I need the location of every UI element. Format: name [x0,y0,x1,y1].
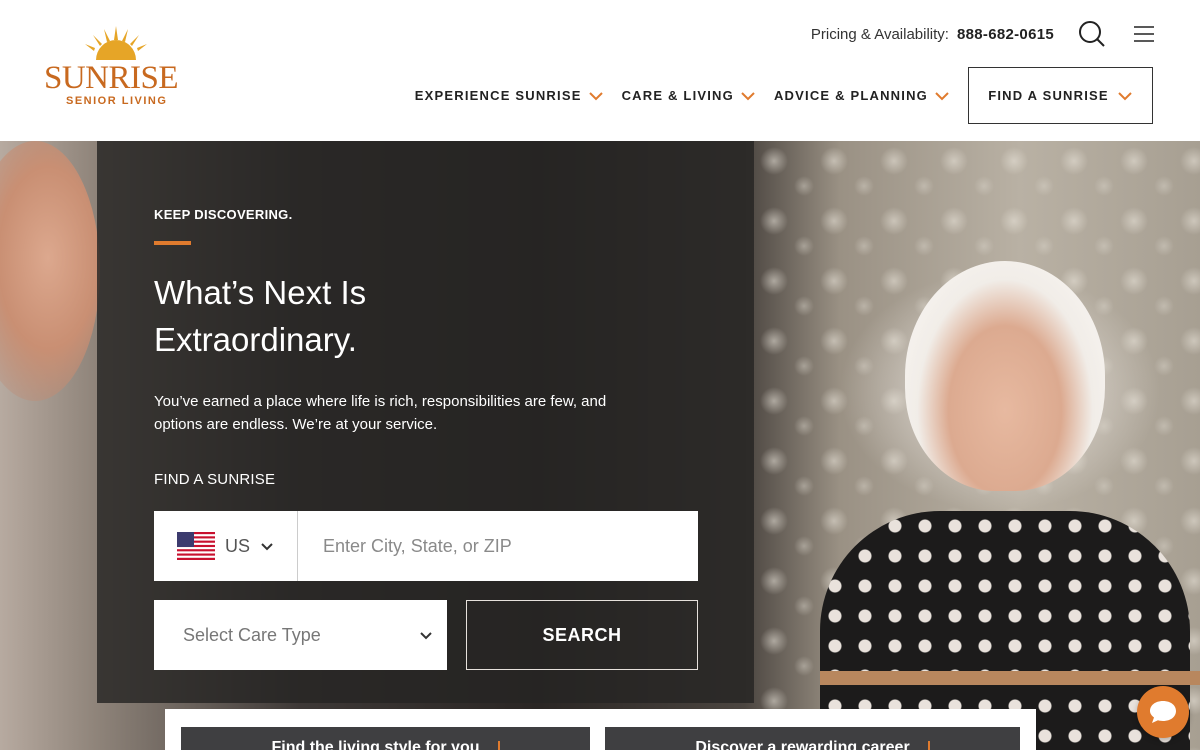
chevron-down-icon [588,91,603,100]
hero-photo-left-figure [0,141,100,401]
chevron-down-icon [935,91,949,100]
chevron-down-icon [261,542,273,550]
logo-subtitle: SENIOR LIVING [66,95,168,107]
nav-item-label: CARE & LIVING [621,88,734,103]
nav-item-label: ADVICE & PLANNING [773,88,928,103]
search-icon[interactable] [1076,18,1108,50]
teaser-accent-bar [927,741,930,750]
care-type-placeholder: Select Care Type [183,624,321,645]
country-code: US [224,535,250,556]
teaser-accent-bar [497,741,500,750]
logo-wordmark: SUNRISE [44,60,179,96]
find-form-label: FIND A SUNRISE [154,471,276,488]
nav-item-advice-planning[interactable]: ADVICE & PLANNING [774,88,950,103]
nav-item-experience-sunrise[interactable]: EXPERIENCE SUNRISE [415,88,604,103]
header-utility: Pricing & Availability: 888-682-0615 [811,18,1160,50]
teaser-label: Find the living style for you [271,739,480,750]
main-nav: EXPERIENCE SUNRISE CARE & LIVING ADVICE … [415,67,1153,124]
chevron-down-icon [420,631,432,639]
care-type-select[interactable]: Select Care Type [154,600,447,670]
kicker-accent-rule [154,241,191,245]
pricing-label: Pricing & Availability: [810,25,949,43]
hero-photo-counter [820,671,1200,685]
us-flag-icon [176,532,215,560]
chat-bubble-icon[interactable] [1137,686,1189,738]
hero-section: KEEP DISCOVERING. What’s Next Is Extraor… [0,141,1200,750]
hero-panel: KEEP DISCOVERING. What’s Next Is Extraor… [97,141,754,703]
nav-item-care-living[interactable]: CARE & LIVING [622,88,756,103]
location-input[interactable] [298,511,698,581]
hero-kicker: KEEP DISCOVERING. [154,207,293,222]
chevron-down-icon [1118,91,1132,100]
sunrise-logo[interactable]: SUNRISE SENIOR LIVING [44,26,194,110]
hero-photo-woman-head [905,261,1105,491]
hero-headline: What’s Next Is Extraordinary. [154,274,367,358]
site-header: SUNRISE SENIOR LIVING Pricing & Availabi… [0,0,1200,141]
hamburger-menu-icon[interactable] [1128,18,1160,50]
teaser-strip: Find the living style for you Discover a… [165,709,1036,750]
teaser-careers[interactable]: Discover a rewarding career [605,727,1020,750]
sun-logo-icon [85,26,147,60]
location-search-row: US [154,511,698,581]
country-select[interactable]: US [154,511,298,581]
find-a-sunrise-label: FIND A SUNRISE [988,88,1109,103]
teaser-living-style[interactable]: Find the living style for you [181,727,590,750]
nav-item-label: EXPERIENCE SUNRISE [414,88,582,103]
search-button[interactable]: SEARCH [466,600,698,670]
phone-link[interactable]: 888-682-0615 [957,26,1054,43]
find-a-sunrise-button[interactable]: FIND A SUNRISE [968,67,1153,124]
hero-intro: You’ve earned a place where life is rich… [154,393,607,433]
teaser-label: Discover a rewarding career [695,739,910,750]
chevron-down-icon [741,91,755,100]
